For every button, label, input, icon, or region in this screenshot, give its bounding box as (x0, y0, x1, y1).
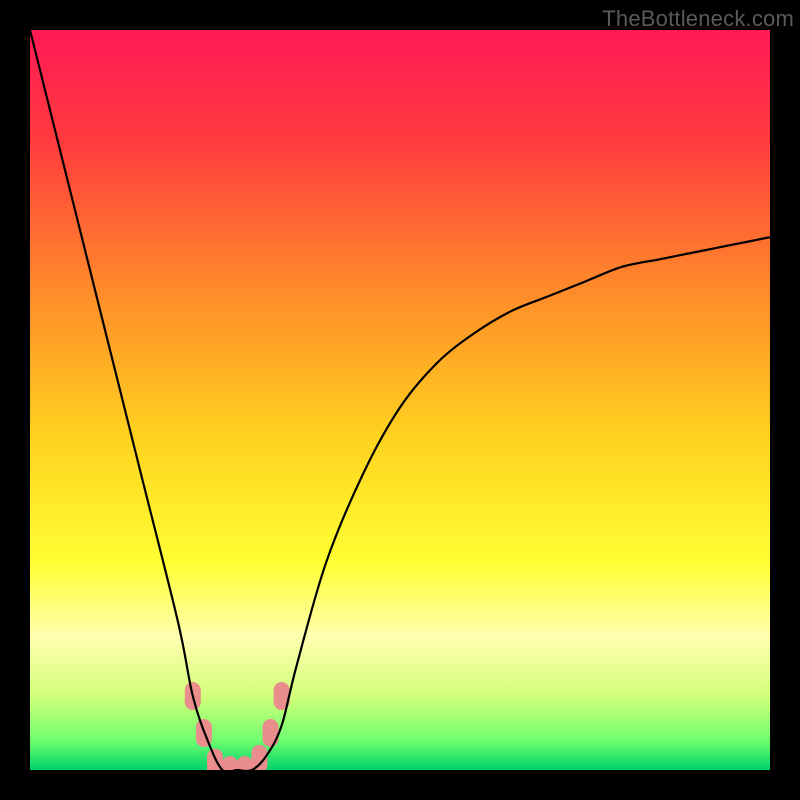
gradient-background (30, 30, 770, 770)
chart-frame (30, 30, 770, 770)
bottleneck-chart (30, 30, 770, 770)
sweet-spot-marker (263, 719, 279, 747)
watermark-text: TheBottleneck.com (602, 6, 794, 32)
